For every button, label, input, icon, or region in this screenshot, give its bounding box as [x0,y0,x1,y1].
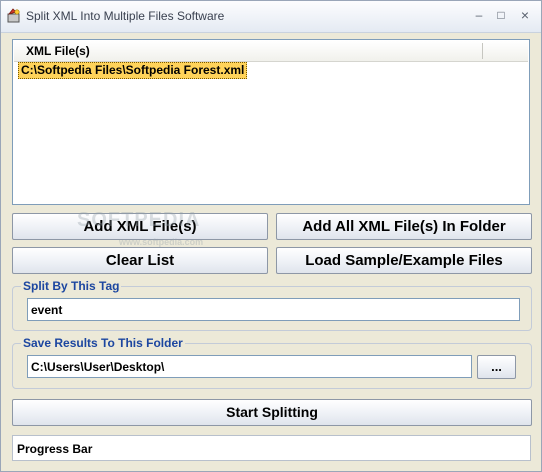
list-item[interactable]: C:\Softpedia Files\Softpedia Forest.xml [18,62,248,79]
output-folder-label: Save Results To This Folder [21,336,185,350]
column-header-xml-files[interactable]: XML File(s) [26,44,90,58]
load-sample-button[interactable]: Load Sample/Example Files [276,247,532,274]
window-title: Split XML Into Multiple Files Software [26,9,225,23]
maximize-button[interactable]: □ [491,7,511,23]
output-folder-input[interactable]: C:\Users\User\Desktop\ [27,355,472,378]
clear-list-button[interactable]: Clear List [12,247,268,274]
minimize-button[interactable]: – [469,7,489,23]
app-icon[interactable] [6,8,22,24]
start-splitting-button[interactable]: Start Splitting [12,399,532,426]
split-tag-label: Split By This Tag [21,279,122,293]
column-divider[interactable] [482,43,483,59]
browse-folder-button[interactable]: ... [477,355,516,379]
list-header[interactable]: XML File(s) [14,41,528,62]
watermark-logo: SOFTPEDIA [77,209,201,231]
watermark-url: www.softpedia.com [119,237,204,247]
progress-bar: Progress Bar [12,435,531,461]
add-folder-button[interactable]: Add All XML File(s) In Folder [276,213,532,240]
title-bar[interactable]: Split XML Into Multiple Files Software –… [1,1,541,33]
xml-file-list[interactable]: XML File(s) C:\Softpedia Files\Softpedia… [12,39,530,205]
split-tag-input[interactable]: event [27,298,520,321]
close-button[interactable]: × [515,7,535,23]
app-window: Split XML Into Multiple Files Software –… [0,0,542,472]
